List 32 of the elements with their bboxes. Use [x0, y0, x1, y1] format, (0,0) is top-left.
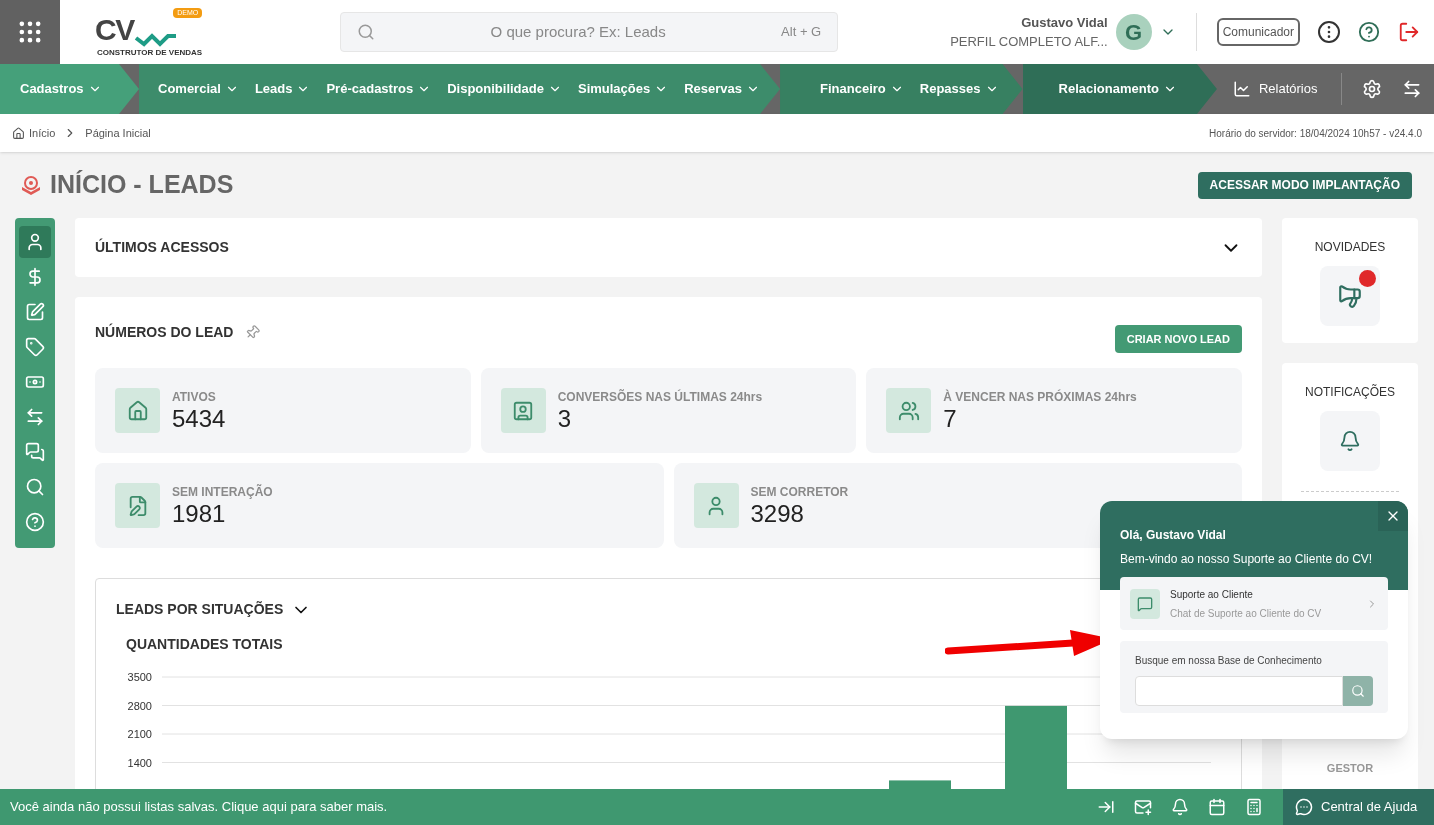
stat-value: 5434 [172, 404, 226, 433]
stat-label: CONVERSÕES NAS ÚLTIMAS 24hrs [557, 388, 763, 405]
section-title: LEADS POR SITUAÇÕES [116, 600, 284, 619]
page-title: INÍCIO - LEADS [50, 169, 234, 201]
card-title: NOTIFICAÇÕES [1305, 383, 1395, 401]
user-name: Gustavo Vidal [1021, 13, 1108, 32]
chart-subtitle: QUANTIDADES TOTAIS [126, 635, 283, 654]
user-profile: PERFIL COMPLETO ALF... [950, 33, 1108, 51]
reports-label: Relatórios [1258, 80, 1318, 99]
axis-tick-label: 2800 [127, 699, 152, 712]
chat-subtitle: Chat de Suporte ao Cliente do CV [1170, 606, 1323, 621]
stat-label: À VENCER NAS PRÓXIMAS 24hrs [943, 388, 1137, 405]
stat-label: ATIVOS [172, 388, 217, 405]
axis-tick-label: 3500 [127, 671, 152, 683]
stat-label: SEM INTERAÇÃO [172, 483, 273, 500]
popup-welcome: Bem-vindo ao nosso Suporte ao Cliente do CV! [1120, 551, 1374, 568]
stat-label: SEM CORRETOR [750, 483, 849, 500]
popup-greeting: Olá, Gustavo Vidal [1120, 527, 1227, 544]
card-title: ÚLTIMOS ACESSOS [95, 237, 229, 257]
axis-tick-label: 1400 [127, 756, 152, 769]
knowledge-base-label: Busque em nossa Base de Conhecimento [1135, 654, 1323, 668]
axis-tick-label: 2100 [127, 728, 152, 740]
chat-title: Suporte ao Cliente [1170, 587, 1254, 602]
card-title: NOVIDADES [1314, 239, 1386, 256]
stat-value: 7 [943, 404, 958, 433]
manager-label: GESTOR [1326, 761, 1374, 776]
card-title: NÚMEROS DO LEAD [95, 322, 234, 342]
shortcut-hint: Alt + G [781, 23, 822, 42]
stat-value: 1981 [172, 499, 227, 528]
stat-value: 3298 [750, 499, 805, 528]
stat-value: 3 [557, 404, 573, 433]
server-time: Horário do servidor: 18/04/2024 10h57 - v24.4.0 [1209, 126, 1422, 141]
